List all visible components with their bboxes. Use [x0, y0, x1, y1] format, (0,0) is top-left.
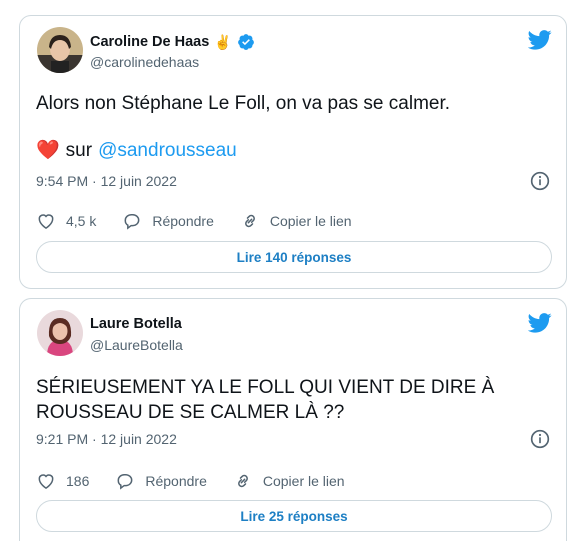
copy-link-label: Copier le lien: [269, 213, 352, 229]
info-icon[interactable]: [530, 429, 550, 449]
twitter-bird-icon[interactable]: [528, 30, 552, 50]
tweet-timestamp[interactable]: 9:54 PM · 12 juin 2022: [36, 173, 177, 189]
tweet-card[interactable]: Caroline De Haas ✌️ @carolinedehaas Alor…: [19, 15, 567, 289]
reply-icon: [124, 214, 140, 230]
mention-link[interactable]: @sandrousseau: [98, 138, 237, 163]
like-button[interactable]: 186: [36, 471, 89, 491]
heart-icon: [38, 474, 54, 489]
tweet-text: SÉRIEUSEMENT YA LE FOLL QUI VIENT DE DIR…: [36, 377, 495, 398]
tweet-card[interactable]: Laure Botella @LaureBotella SÉRIEUSEMENT…: [19, 298, 567, 541]
read-replies-button[interactable]: Lire 140 réponses: [36, 241, 552, 273]
tweet-text-prefix: sur: [65, 140, 93, 161]
victory-hand-emoji: ✌️: [214, 33, 232, 50]
like-count: 186: [66, 473, 90, 489]
tweet-actions: 186 Répondre Copier le lien: [36, 471, 371, 491]
author-handle[interactable]: @LaureBotella: [90, 337, 183, 353]
reply-button[interactable]: Répondre: [122, 211, 214, 231]
tweet-text: Alors non Stéphane Le Foll, on va pas se…: [36, 93, 451, 114]
heart-emoji: ❤️: [36, 140, 60, 161]
verified-badge-icon: [237, 34, 254, 50]
tweet-text-line2: ROUSSEAU DE SE CALMER LÀ ??: [36, 402, 345, 423]
read-replies-button[interactable]: Lire 25 réponses: [36, 500, 552, 532]
reply-icon: [117, 474, 133, 490]
link-icon: [237, 474, 248, 488]
like-count: 4,5 k: [66, 213, 97, 229]
author-name[interactable]: Laure Botella: [90, 316, 182, 332]
reply-label: Répondre: [152, 213, 214, 229]
reply-button[interactable]: Répondre: [115, 471, 207, 491]
copy-link-label: Copier le lien: [262, 473, 345, 489]
reply-label: Répondre: [145, 473, 207, 489]
avatar[interactable]: [37, 310, 83, 356]
twitter-bird-icon[interactable]: [528, 313, 552, 333]
copy-link-button[interactable]: Copier le lien: [233, 471, 345, 491]
tweet-timestamp[interactable]: 9:21 PM · 12 juin 2022: [36, 431, 177, 447]
avatar[interactable]: [37, 27, 83, 73]
author-handle[interactable]: @carolinedehaas: [90, 54, 199, 70]
tweet-text-line2: ❤️ sur @sandrousseau: [36, 138, 237, 163]
copy-link-button[interactable]: Copier le lien: [240, 211, 352, 231]
link-icon: [244, 214, 255, 228]
like-button[interactable]: 4,5 k: [36, 211, 96, 231]
heart-icon: [38, 214, 54, 229]
author-name[interactable]: Caroline De Haas: [90, 34, 209, 50]
info-icon[interactable]: [530, 171, 550, 191]
tweet-actions: 4,5 k Répondre Copier le lien: [36, 211, 378, 231]
